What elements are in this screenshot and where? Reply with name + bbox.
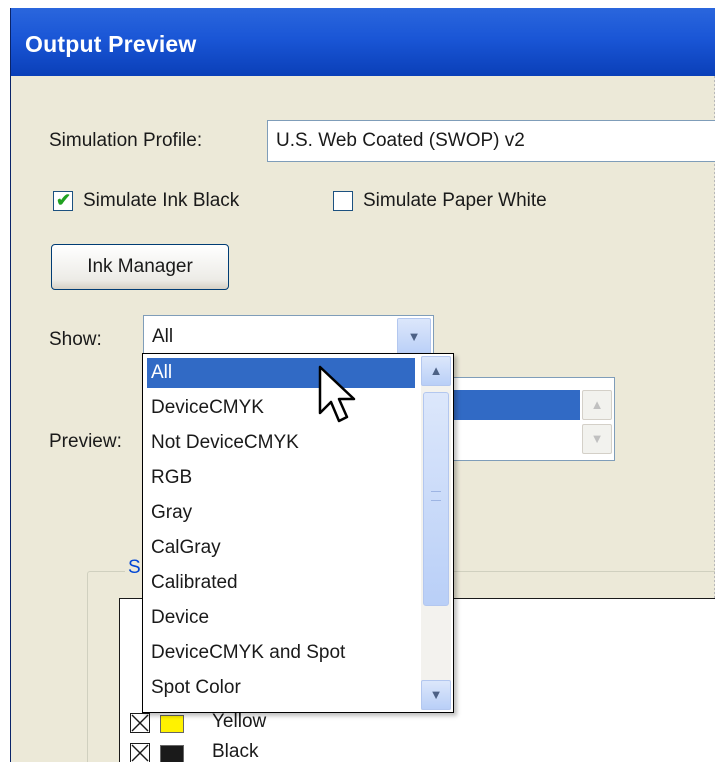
title-bar[interactable]: Output Preview: [11, 8, 715, 76]
dropdown-option-calibrated[interactable]: Calibrated: [147, 568, 415, 598]
ink-name: Yellow: [212, 711, 267, 732]
show-dropdown-button[interactable]: ▼: [397, 318, 431, 356]
simulate-ink-black-checkbox[interactable]: ✔: [53, 190, 73, 211]
show-dropdown-list[interactable]: All DeviceCMYK Not DeviceCMYK RGB Gray C…: [142, 353, 454, 713]
chevron-up-icon: ▲: [590, 397, 604, 412]
dropdown-scrollbar[interactable]: ▲ ▼: [421, 356, 451, 710]
dropdown-option-device[interactable]: Device: [147, 603, 415, 633]
simulate-paper-white-label[interactable]: Simulate Paper White: [363, 190, 547, 212]
simulation-profile-label: Simulation Profile:: [49, 130, 203, 151]
simulate-paper-white-checkbox[interactable]: [333, 191, 353, 211]
dropdown-option-calgray[interactable]: CalGray: [147, 533, 415, 563]
chevron-down-icon: ▼: [429, 687, 443, 702]
dropdown-option-rgb[interactable]: RGB: [147, 463, 415, 493]
ink-manager-button[interactable]: Ink Manager: [51, 244, 229, 290]
simulation-profile-value: U.S. Web Coated (SWOP) v2: [276, 130, 525, 151]
dropdown-option-all[interactable]: All: [147, 358, 415, 388]
show-label: Show:: [49, 329, 102, 350]
dropdown-scroll-up-button[interactable]: ▲: [421, 356, 451, 386]
chevron-down-icon: ▼: [407, 329, 421, 344]
preview-label: Preview:: [49, 431, 122, 452]
ink-checkbox[interactable]: [130, 743, 150, 762]
dropdown-option-spot-color[interactable]: Spot Color: [147, 673, 415, 703]
ink-swatch: [160, 715, 184, 733]
grip-icon: [431, 491, 441, 501]
chevron-up-icon: ▲: [429, 363, 443, 378]
checkmark-icon: ✔: [56, 190, 72, 210]
groupbox-title: S: [125, 557, 144, 579]
chevron-down-icon: ▼: [590, 431, 604, 446]
dropdown-option-devicecmyk-and-spot[interactable]: DeviceCMYK and Spot: [147, 638, 415, 668]
dropdown-option-devicecmyk[interactable]: DeviceCMYK: [147, 393, 415, 423]
dropdown-option-not-devicecmyk[interactable]: Not DeviceCMYK: [147, 428, 415, 458]
simulate-ink-black-label[interactable]: Simulate Ink Black: [83, 190, 239, 212]
preview-scroll-down-button[interactable]: ▼: [582, 424, 612, 454]
ink-checkbox[interactable]: [130, 713, 150, 733]
ink-swatch: [160, 745, 184, 762]
dropdown-scroll-down-button[interactable]: ▼: [421, 680, 451, 710]
preview-scroll-up-button[interactable]: ▲: [582, 390, 612, 420]
mouse-pointer-icon: [318, 365, 356, 423]
x-mark-icon: [131, 714, 149, 732]
window-title: Output Preview: [25, 31, 197, 57]
x-mark-icon: [131, 744, 149, 762]
ink-name: Black: [212, 741, 259, 762]
show-combo-value: All: [152, 326, 174, 347]
dropdown-scroll-thumb[interactable]: [423, 392, 449, 606]
dropdown-option-gray[interactable]: Gray: [147, 498, 415, 528]
simulation-profile-combo[interactable]: U.S. Web Coated (SWOP) v2: [267, 120, 715, 162]
